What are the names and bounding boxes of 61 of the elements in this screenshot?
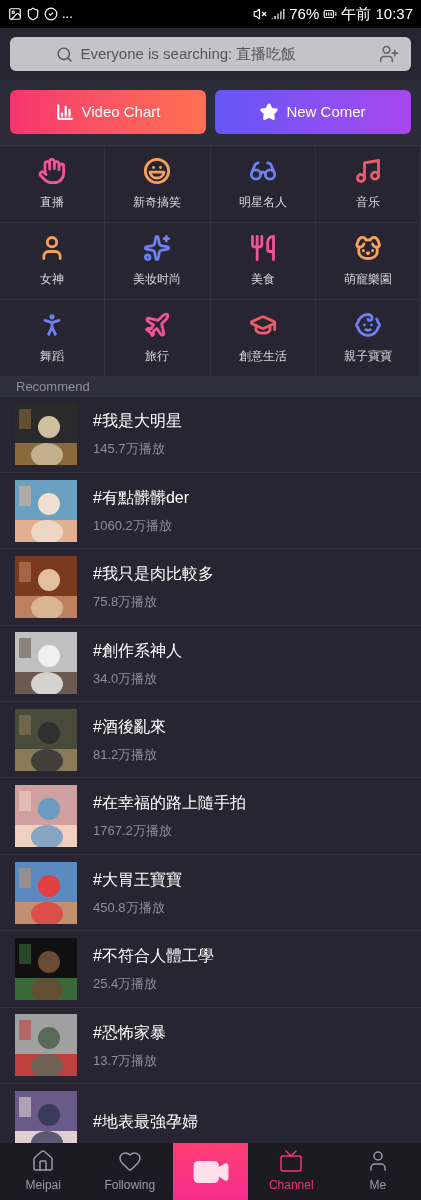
nav-tab[interactable]: Meipai [0,1143,87,1200]
topic-row[interactable]: #恐怖家暴 13.7万播放 [0,1007,421,1084]
play-count: 450.8万播放 [93,898,166,917]
signal-icon [271,7,286,21]
topic-title: #我只是肉比較多 [93,564,214,585]
banner-button[interactable]: New Comer [215,90,411,134]
category-item[interactable]: 萌寵樂園 [315,223,421,300]
play-count: 25.4万播放 [93,975,159,994]
category-item[interactable]: 明星名人 [210,146,316,223]
shield-icon [26,7,40,21]
heart-icon [117,1149,142,1173]
nav-tab[interactable]: Me [334,1143,421,1200]
topic-row[interactable]: #酒後亂來 81.2万播放 [0,702,421,779]
category-item[interactable]: 美妆时尚 [105,223,211,300]
home-icon [31,1149,56,1173]
battery-level: 76% [289,3,320,24]
topic-row[interactable]: #有點髒髒der 1060.2万播放 [0,472,421,550]
search-field[interactable]: Everyone is searching: 直播吃飯 [80,42,346,66]
topic-title: #大胃王寶寶 [93,869,182,890]
image-icon [8,7,22,21]
topic-row[interactable]: #在幸福的路上隨手拍 1767.2万播放 [0,778,421,855]
category-item[interactable]: 女神 [0,223,106,300]
play-count: 1060.2万播放 [93,516,173,535]
topic-title: #在幸福的路上隨手拍 [93,793,246,814]
topic-title: #我是大明星 [93,411,182,432]
search-bar[interactable]: Everyone is searching: 直播吃飯 [10,37,411,71]
bar-chart-icon [55,103,74,121]
star-icon [260,103,279,121]
category-item[interactable]: 音乐 [315,146,421,223]
tv-icon [279,1149,304,1173]
play-count: 81.2万播放 [93,746,159,764]
topic-title: #酒後亂來 [93,717,166,737]
mute-icon [253,7,268,21]
play-count: 1767.2万播放 [93,822,173,841]
search-icon [55,45,73,63]
battery-icon [323,7,338,21]
topic-title: #創作系神人 [93,640,182,661]
check-icon [44,7,58,21]
category-item[interactable]: 新奇搞笑 [105,146,211,223]
category-item[interactable]: 美食 [210,223,316,300]
status-ellipsis: ... [62,5,73,24]
record-button[interactable] [173,1143,248,1200]
play-count: 75.8万播放 [93,593,159,612]
topic-row[interactable]: #大胃王寶寶 450.8万播放 [0,854,421,932]
add-user-icon[interactable] [379,44,399,64]
clock: 午前 10:37 [341,3,413,24]
topic-row[interactable]: #創作系神人 34.0万播放 [0,625,421,703]
category-item[interactable]: 直播 [0,146,106,223]
nav-tab[interactable]: Channel [248,1143,335,1200]
topic-row[interactable]: #我是大明星 145.7万播放 [0,396,421,473]
play-count: 34.0万播放 [93,669,159,688]
play-count: 13.7万播放 [93,1051,159,1070]
topic-row[interactable]: #我只是肉比較多 75.8万播放 [0,549,421,626]
play-count: 145.7万播放 [93,440,166,459]
topic-title: #不符合人體工學 [93,946,214,967]
topic-title: #地表最強孕婦 [93,1111,198,1132]
nav-tab[interactable]: Following [86,1143,173,1200]
topic-title: #有點髒髒der [93,487,190,508]
topic-title: #恐怖家暴 [93,1022,166,1043]
topic-row[interactable]: #不符合人體工學 25.4万播放 [0,931,421,1008]
section-title: Recommend [16,378,90,396]
